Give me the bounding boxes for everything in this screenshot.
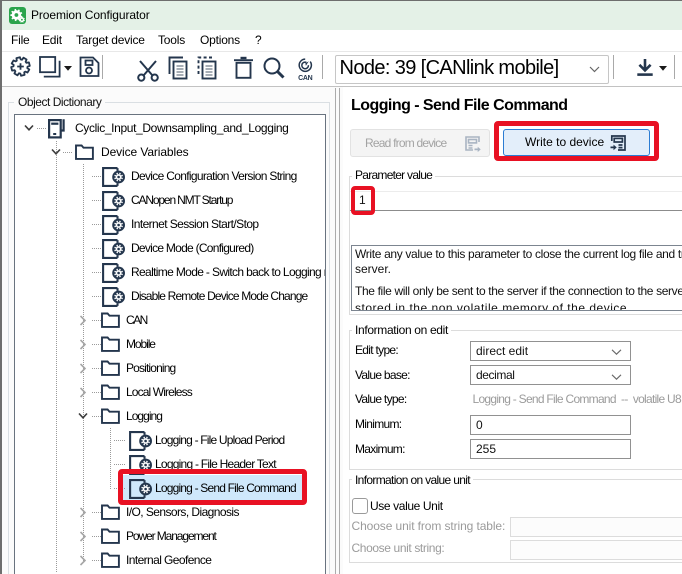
svg-text:CAN: CAN	[298, 75, 313, 82]
